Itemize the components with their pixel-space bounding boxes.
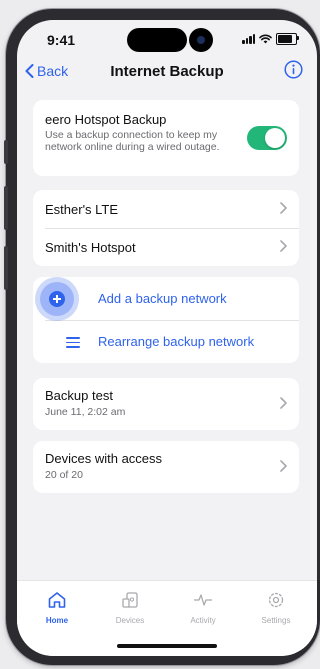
tab-label: Activity — [190, 616, 216, 625]
tab-bar: Home Devices Activity Settings — [17, 580, 317, 656]
tab-label: Settings — [261, 616, 291, 625]
tab-home[interactable]: Home — [27, 591, 87, 625]
chevron-right-icon — [280, 460, 287, 472]
settings-icon — [268, 592, 284, 608]
rearrange-icon — [66, 337, 80, 351]
plus-icon[interactable] — [49, 291, 65, 307]
hotspot-description: Use a backup connection to keep my netwo… — [45, 129, 220, 153]
info-icon — [284, 60, 303, 79]
devices-access-title: Devices with access — [45, 451, 163, 466]
rearrange-backup-network-button[interactable]: Rearrange backup network — [98, 334, 254, 349]
chevron-right-icon — [280, 240, 287, 252]
nav-bar: Back Internet Backup — [17, 60, 317, 88]
toggle-knob — [265, 128, 285, 148]
screen: 9:41 Back Internet Backup eero Hotspot B… — [17, 20, 317, 656]
tab-activity[interactable]: Activity — [173, 591, 233, 625]
battery-icon — [276, 33, 299, 45]
tab-devices[interactable]: Devices — [100, 591, 160, 625]
devices-access-count: 20 of 20 — [45, 469, 83, 481]
status-bar: 9:41 — [17, 20, 317, 64]
status-time: 9:41 — [47, 32, 76, 48]
hotspot-toggle[interactable] — [247, 126, 287, 150]
volume-down-button — [4, 246, 8, 290]
wifi-icon — [259, 34, 272, 44]
network-label: Smith's Hotspot — [45, 240, 136, 255]
hotspot-backup-card: eero Hotspot Backup Use a backup connect… — [33, 100, 299, 176]
backup-test-date: June 11, 2:02 am — [45, 406, 126, 418]
signal-icon — [242, 34, 255, 44]
devices-icon — [122, 592, 138, 608]
action-button — [4, 140, 8, 164]
info-button[interactable] — [284, 60, 303, 84]
camera-icon — [189, 28, 213, 52]
tab-settings[interactable]: Settings — [246, 591, 306, 625]
network-row-smiths-hotspot[interactable]: Smith's Hotspot — [33, 228, 299, 266]
divider — [45, 320, 299, 321]
devices-with-access-row[interactable]: Devices with access 20 of 20 — [33, 441, 299, 493]
tab-label: Devices — [115, 616, 145, 625]
home-indicator — [117, 644, 217, 648]
tab-label: Home — [45, 616, 69, 625]
activity-icon — [194, 594, 212, 606]
network-label: Esther's LTE — [45, 202, 119, 217]
network-row-esthers-lte[interactable]: Esther's LTE — [33, 190, 299, 228]
status-icons — [242, 33, 299, 45]
home-icon — [48, 592, 66, 608]
page-title: Internet Backup — [110, 63, 224, 80]
chevron-right-icon — [280, 397, 287, 409]
chevron-right-icon — [280, 202, 287, 214]
backup-test-row[interactable]: Backup test June 11, 2:02 am — [33, 378, 299, 430]
volume-up-button — [4, 186, 8, 230]
backup-networks-list: Esther's LTE Smith's Hotspot — [33, 190, 299, 266]
hotspot-title: eero Hotspot Backup — [45, 112, 167, 127]
add-backup-network-button[interactable]: Add a backup network — [98, 291, 227, 306]
dynamic-island — [127, 28, 187, 52]
backup-test-title: Backup test — [45, 388, 113, 403]
